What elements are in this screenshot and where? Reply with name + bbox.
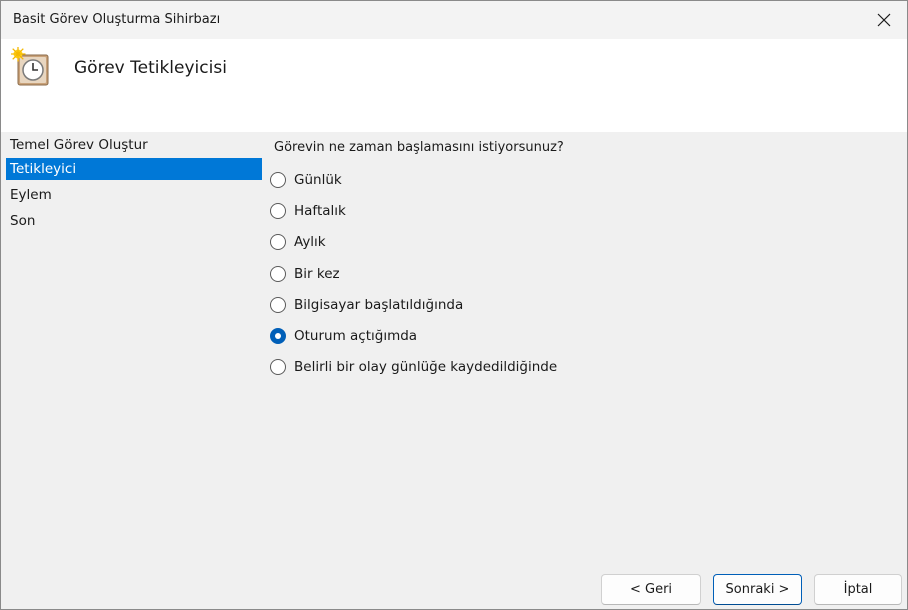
wizard-header: Görev Tetikleyicisi — [1, 39, 907, 132]
option-monthly[interactable]: Aylık — [270, 231, 557, 262]
nav-step-action[interactable]: Eylem — [6, 184, 262, 210]
cancel-button[interactable]: İptal — [814, 574, 902, 605]
option-event-logged[interactable]: Belirli bir olay günlüğe kaydedildiğinde — [270, 356, 557, 387]
page-title: Görev Tetikleyicisi — [74, 58, 227, 78]
window-title: Basit Görev Oluşturma Sihirbazı — [13, 12, 221, 27]
wizard-steps-nav: Temel Görev Oluştur Tetikleyici Eylem So… — [6, 132, 262, 236]
nav-step-trigger[interactable]: Tetikleyici — [6, 158, 262, 180]
radio-log-on[interactable] — [270, 327, 286, 344]
option-daily-label: Günlük — [294, 172, 342, 188]
radio-one-time[interactable] — [270, 265, 286, 282]
wizard-dialog: Basit Görev Oluşturma Sihirbazı Görev Te… — [0, 0, 908, 610]
radio-monthly[interactable] — [270, 234, 286, 251]
radio-weekly[interactable] — [270, 203, 286, 220]
option-event-logged-label: Belirli bir olay günlüğe kaydedildiğinde — [294, 359, 558, 376]
option-log-on-label: Oturum açtığımda — [294, 327, 418, 344]
radio-event-logged[interactable] — [270, 359, 286, 376]
radio-daily[interactable] — [270, 172, 286, 188]
option-monthly-label: Aylık — [294, 234, 326, 251]
option-computer-starts-label: Bilgisayar başlatıldığında — [294, 296, 464, 313]
option-weekly-label: Haftalık — [294, 203, 346, 220]
trigger-question: Görevin ne zaman başlamasını istiyorsunu… — [274, 140, 564, 155]
option-log-on[interactable]: Oturum açtığımda — [270, 325, 557, 356]
back-button[interactable]: < Geri — [601, 574, 701, 605]
trigger-options: Günlük Haftalık Aylık Bir kez Bilgisayar… — [270, 169, 557, 387]
close-button[interactable] — [861, 1, 907, 39]
radio-computer-starts[interactable] — [270, 296, 286, 313]
scheduled-task-clock-icon — [11, 47, 49, 86]
close-icon — [877, 13, 891, 27]
nav-step-finish[interactable]: Son — [6, 210, 262, 236]
option-one-time[interactable]: Bir kez — [270, 263, 557, 294]
next-button[interactable]: Sonraki > — [713, 574, 802, 605]
option-one-time-label: Bir kez — [294, 265, 340, 282]
option-computer-starts[interactable]: Bilgisayar başlatıldığında — [270, 294, 557, 325]
title-bar: Basit Görev Oluşturma Sihirbazı — [1, 1, 907, 39]
option-daily[interactable]: Günlük — [270, 169, 557, 200]
nav-step-create-basic-task[interactable]: Temel Görev Oluştur — [6, 132, 262, 158]
option-weekly[interactable]: Haftalık — [270, 200, 557, 231]
